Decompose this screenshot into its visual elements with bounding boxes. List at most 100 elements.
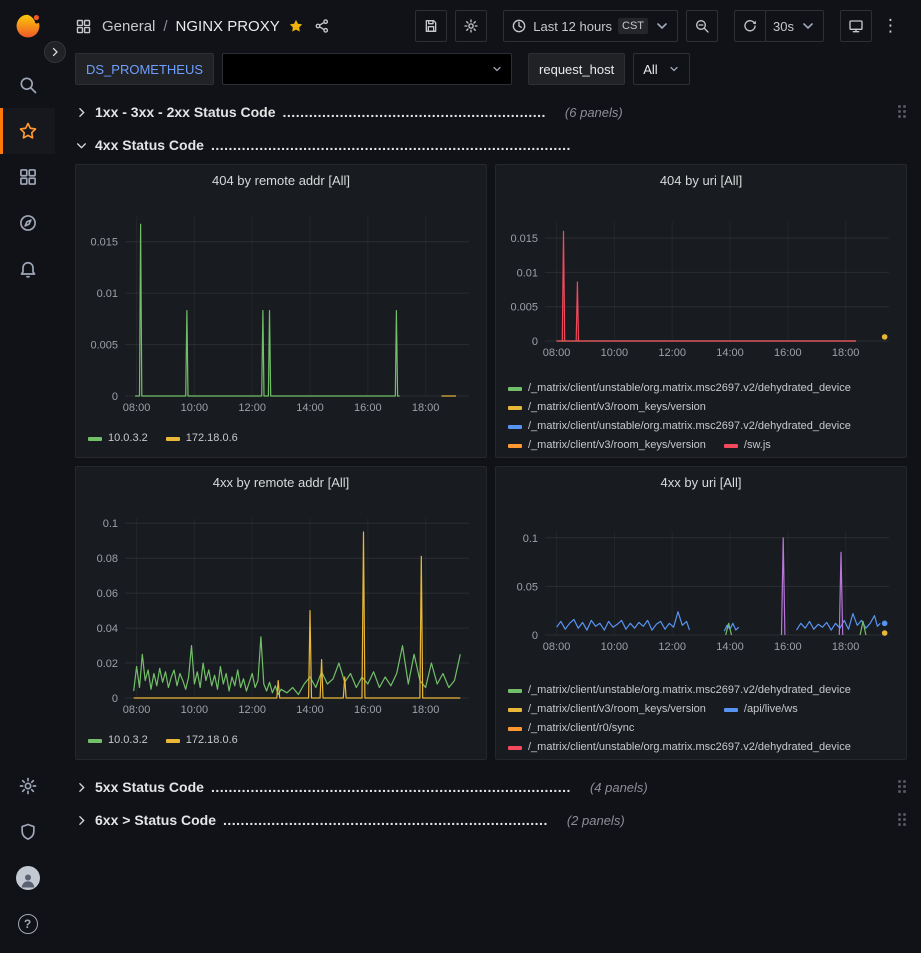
sidebar-item-server-admin[interactable] <box>0 809 55 855</box>
page-title[interactable]: NGINX PROXY <box>176 18 280 35</box>
row-title: 4xx Status Code <box>95 137 204 153</box>
sidebar-item-explore[interactable] <box>0 200 55 246</box>
legend-swatch <box>508 708 522 712</box>
tv-mode-button[interactable] <box>840 10 872 42</box>
time-series-svg[interactable]: 08:0010:0012:0014:0016:0018:0000.0050.01… <box>85 208 477 416</box>
time-series-svg[interactable]: 08:0010:0012:0014:0016:0018:0000.0050.01… <box>505 213 897 361</box>
sidebar-item-dashboards[interactable] <box>0 154 55 200</box>
legend-swatch <box>508 689 522 693</box>
legend-item[interactable]: 10.0.3.2 <box>88 429 148 448</box>
legend-label: /api/live/ws <box>744 700 798 719</box>
row-title-dots: ........................................… <box>211 779 571 795</box>
chevron-right-icon <box>49 46 61 58</box>
sidebar-item-configuration[interactable] <box>0 763 55 809</box>
chart-404-by-uri[interactable]: 08:0010:0012:0014:0016:0018:0000.0050.01… <box>504 195 898 379</box>
time-series-svg[interactable]: 08:0010:0012:0014:0016:0018:0000.050.1 <box>505 523 897 655</box>
breadcrumb-folder[interactable]: General <box>102 18 155 35</box>
panel-4xx-by-remote-addr: 4xx by remote addr [All] 08:0010:0012:00… <box>75 466 487 760</box>
sidebar-item-search[interactable] <box>0 62 55 108</box>
chevron-down-icon <box>800 18 816 34</box>
svg-text:10:00: 10:00 <box>181 402 209 414</box>
svg-text:18:00: 18:00 <box>412 402 440 414</box>
legend-item[interactable]: /_matrix/client/unstable/org.matrix.msc2… <box>508 681 851 700</box>
legend-item[interactable]: /_matrix/client/v3/room_keys/version <box>508 700 706 719</box>
panel-title[interactable]: 4xx by uri [All] <box>504 467 898 497</box>
svg-text:08:00: 08:00 <box>543 347 571 359</box>
legend-item[interactable]: /_matrix/client/v3/room_keys/version <box>508 436 706 451</box>
row-title: 1xx - 3xx - 2xx Status Code <box>95 104 276 120</box>
row-drag-handle[interactable] <box>898 780 907 794</box>
chart-4xx-by-remote-addr[interactable]: 08:0010:0012:0014:0016:0018:0000.020.040… <box>84 497 478 731</box>
row-panel-count: (4 panels) <box>590 780 648 795</box>
legend-item[interactable]: /_matrix/client/r0/sync <box>508 719 634 738</box>
svg-text:16:00: 16:00 <box>354 402 382 414</box>
sidebar-item-alerting[interactable] <box>0 246 55 292</box>
row-6xx[interactable]: 6xx > Status Code ......................… <box>75 805 907 835</box>
row-drag-handle[interactable] <box>898 105 907 119</box>
timezone-badge: CST <box>618 18 648 34</box>
breadcrumb-separator: / <box>163 18 167 35</box>
time-series-svg[interactable]: 08:0010:0012:0014:0016:0018:0000.020.040… <box>85 510 477 718</box>
shield-icon <box>18 822 38 842</box>
legend-row: 10.0.3.2 172.18.0.6 <box>88 731 478 750</box>
time-range-picker[interactable]: Last 12 hours CST <box>503 10 678 42</box>
row-1xx-3xx-2xx[interactable]: 1xx - 3xx - 2xx Status Code ............… <box>75 97 907 127</box>
dashboard-settings-button[interactable] <box>455 10 487 42</box>
help-icon: ? <box>18 914 38 934</box>
datasource-variable-select[interactable] <box>222 53 512 85</box>
legend-row: /_matrix/client/unstable/org.matrix.msc2… <box>508 379 898 398</box>
panel-title[interactable]: 4xx by remote addr [All] <box>84 467 478 497</box>
clock-icon <box>511 18 527 34</box>
legend-swatch <box>508 746 522 750</box>
row-drag-handle[interactable] <box>898 813 907 827</box>
chart-404-by-remote-addr[interactable]: 08:0010:0012:0014:0016:0018:0000.0050.01… <box>84 195 478 429</box>
sidebar-expand-button[interactable] <box>44 41 66 63</box>
sidebar-item-profile[interactable] <box>0 855 55 901</box>
refresh-button[interactable] <box>734 10 766 42</box>
legend-item[interactable]: 172.18.0.6 <box>166 731 238 750</box>
share-icon[interactable] <box>314 18 330 34</box>
apps-grid-icon <box>18 167 38 187</box>
row-panel-count: (6 panels) <box>565 105 623 120</box>
kebab-menu-icon[interactable]: ⋮ <box>872 16 909 36</box>
sidebar-item-starred[interactable] <box>0 108 55 154</box>
legend-item[interactable]: 10.0.3.2 <box>88 731 148 750</box>
panel-title[interactable]: 404 by uri [All] <box>504 165 898 195</box>
datasource-variable-label[interactable]: DS_PROMETHEUS <box>75 53 214 85</box>
grafana-logo-icon[interactable] <box>14 12 42 40</box>
sidebar-item-help[interactable]: ? <box>0 901 55 947</box>
svg-text:0.04: 0.04 <box>97 623 118 635</box>
request-host-variable-label[interactable]: request_host <box>528 53 625 85</box>
svg-text:0.01: 0.01 <box>97 288 118 300</box>
legend-item[interactable]: /_matrix/client/unstable/org.matrix.msc2… <box>508 379 851 398</box>
zoom-out-button[interactable] <box>686 10 718 42</box>
save-dashboard-button[interactable] <box>415 10 447 42</box>
legend-label: /_matrix/client/r0/sync <box>528 719 634 738</box>
legend-swatch <box>508 387 522 391</box>
legend-item[interactable]: /_matrix/client/unstable/org.matrix.msc2… <box>508 738 851 753</box>
legend-label: /_matrix/client/v3/room_keys/version <box>528 700 706 719</box>
refresh-interval-picker[interactable]: 30s <box>765 10 824 42</box>
legend-item[interactable]: /_matrix/client/v3/room_keys/version <box>508 398 706 417</box>
panel-title[interactable]: 404 by remote addr [All] <box>84 165 478 195</box>
row-5xx[interactable]: 5xx Status Code ........................… <box>75 772 907 802</box>
sidebar: ? <box>0 0 55 953</box>
legend-item[interactable]: /api/live/ws <box>724 700 798 719</box>
row-4xx[interactable]: 4xx Status Code ........................… <box>75 130 907 160</box>
time-range-label: Last 12 hours <box>533 19 612 34</box>
dashboard-body: 1xx - 3xx - 2xx Status Code ............… <box>55 90 921 835</box>
save-icon <box>423 18 439 34</box>
chart-4xx-by-uri[interactable]: 08:0010:0012:0014:0016:0018:0000.050.1 <box>504 497 898 681</box>
row-panel-count: (2 panels) <box>567 813 625 828</box>
legend-label: /_matrix/client/unstable/org.matrix.msc2… <box>528 681 851 700</box>
legend-item[interactable]: /_matrix/client/unstable/org.matrix.msc2… <box>508 417 851 436</box>
request-host-variable-select[interactable]: All <box>633 53 689 85</box>
refresh-icon <box>742 18 758 34</box>
search-icon <box>18 75 38 95</box>
favorite-star-icon[interactable] <box>288 18 304 34</box>
legend-item[interactable]: /sw.js <box>724 436 771 451</box>
svg-text:12:00: 12:00 <box>238 704 266 716</box>
chevron-down-icon <box>75 139 88 152</box>
panel-legend: 10.0.3.2 172.18.0.6 <box>84 731 478 753</box>
legend-item[interactable]: 172.18.0.6 <box>166 429 238 448</box>
